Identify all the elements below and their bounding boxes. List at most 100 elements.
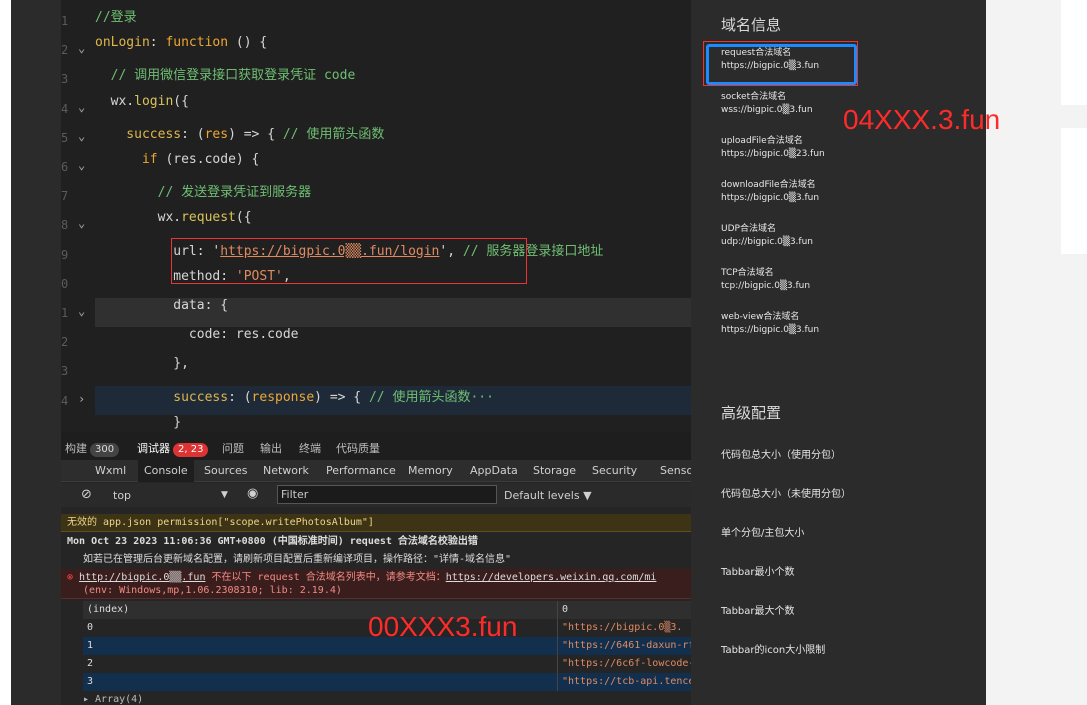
tab-sensors[interactable]: Senso	[660, 464, 691, 477]
tab-storage[interactable]: Storage	[533, 464, 576, 477]
clear-console-icon[interactable]: ⊘	[81, 487, 92, 502]
code-editor[interactable]: 1 2 ⌄ 3 4 ⌄ 5 ⌄ 6 ⌄ 7 8 ⌄ 9 0 1 ⌄ 2 3 4 › //登录 onLogin: funct…	[61, 0, 691, 432]
domain-value: https://bigpic.0▒23.fun	[721, 149, 825, 159]
tab-issues[interactable]: 问题	[222, 440, 244, 456]
fold-chevron-icon[interactable]: ›	[78, 392, 90, 406]
fold-chevron-icon[interactable]: ⌄	[78, 41, 90, 55]
code-token: // 发送登录凭证到服务器	[95, 185, 312, 201]
code-token: ({	[173, 93, 189, 109]
fold-chevron-icon[interactable]: ⌄	[78, 129, 90, 143]
tab-security[interactable]: Security	[592, 464, 637, 477]
chevron-down-icon[interactable]: ▼	[221, 490, 228, 500]
tab-memory[interactable]: Memory	[408, 464, 453, 477]
domain-label: socket合法域名	[721, 92, 787, 102]
code-line[interactable]: //登录	[95, 6, 691, 35]
code-token: wx.	[95, 93, 135, 109]
line-number: 7	[61, 189, 69, 204]
line-number: 2	[61, 335, 69, 350]
code-line[interactable]: data: {	[95, 298, 691, 327]
console-error: ⊗ http://bigpic.0▒▒.fun 不在以下 request 合法域…	[61, 569, 691, 599]
code-token: wx.	[95, 210, 182, 226]
code-line[interactable]: success: (response) => { // 使用箭头函数···	[95, 385, 691, 415]
code-token: response	[251, 389, 315, 405]
tab-appdata[interactable]: AppData	[470, 464, 518, 477]
gutter: 1 2 ⌄ 3 4 ⌄ 5 ⌄ 6 ⌄ 7 8 ⌄ 9 0 1 ⌄ 2 3 4 ›	[61, 0, 95, 432]
tab-debugger[interactable]: 调试器 2, 23	[137, 440, 209, 457]
tab-build[interactable]: 构建 300	[65, 440, 120, 457]
line-number: 3	[61, 364, 69, 379]
code-token: if	[95, 152, 158, 167]
advanced-config-item: Tabbar最小个数	[721, 567, 795, 578]
tab-wxml[interactable]: Wxml	[95, 464, 126, 477]
tab-terminal[interactable]: 终端	[299, 440, 321, 456]
domain-entry: socket合法域名 wss://bigpic.0▒3.fun	[721, 91, 813, 117]
line-number: 0	[61, 276, 69, 291]
fold-chevron-icon[interactable]: ⌄	[78, 304, 90, 318]
side-card	[1061, 128, 1087, 254]
code-token: : (	[228, 389, 252, 405]
fold-chevron-icon[interactable]: ⌄	[78, 100, 90, 114]
tab-network[interactable]: Network	[263, 464, 309, 477]
domain-entry: web-view合法域名 https://bigpic.0▒3.fun	[721, 311, 819, 337]
code-line[interactable]: onLogin: function () {	[95, 35, 691, 64]
code-line[interactable]: wx.login({	[95, 94, 691, 123]
domain-label: web-view合法域名	[721, 312, 800, 322]
tab-code-quality[interactable]: 代码质量	[336, 440, 380, 456]
line-number: 6	[61, 160, 69, 174]
code-token: ) => {	[228, 126, 283, 142]
annotation-label-panel: 04XXX.3.fun	[843, 104, 1001, 135]
tab-performance[interactable]: Performance	[326, 464, 396, 477]
doc-link[interactable]: https://developers.weixin.qq.com/mi	[446, 572, 657, 583]
line-number: 5	[61, 130, 69, 145]
domain-entry: UDP合法域名 udp://bigpic.0▒3.fun	[721, 223, 813, 249]
domain-value: tcp://bigpic.0▒3.fun	[721, 281, 811, 291]
code-token: code: res.code	[95, 327, 299, 343]
url-highlight-box	[171, 238, 527, 284]
context-select[interactable]: top	[113, 489, 131, 502]
fold-chevron-icon[interactable]: ⌄	[78, 158, 90, 172]
code-token: // 使用箭头函数	[282, 126, 385, 142]
code-line[interactable]: }	[95, 415, 691, 432]
error-message: 不在以下 request 合法域名列表中，请参考文档：	[205, 572, 446, 583]
fold-chevron-icon[interactable]: ⌄	[78, 216, 90, 230]
filter-input[interactable]: Filter	[277, 485, 497, 504]
code-line[interactable]: wx.request({	[95, 210, 691, 239]
tab-sources[interactable]: Sources	[204, 464, 248, 477]
code-line[interactable]: // 发送登录凭证到服务器	[95, 181, 691, 210]
code-token: },	[95, 356, 189, 372]
code-line[interactable]: code: res.code	[95, 327, 691, 356]
error-url-link[interactable]: http://bigpic.0▒▒.fun	[79, 572, 205, 583]
tab-output[interactable]: 输出	[260, 440, 282, 456]
code-token: res	[204, 126, 229, 142]
code-line[interactable]: // 调用微信登录接口获取登录凭证 code	[95, 64, 691, 93]
line-number: 1	[61, 14, 69, 28]
code-token: function	[165, 35, 229, 51]
side-card	[1061, 0, 1087, 105]
domain-label: UDP合法域名	[721, 224, 776, 234]
code-token: success	[95, 126, 182, 142]
code-token: success	[95, 389, 229, 405]
code-line[interactable]: },	[95, 356, 691, 385]
tab-console[interactable]: Console	[138, 460, 194, 482]
advanced-config-item: 代码包总大小（使用分包）	[721, 450, 841, 461]
code-token: data: {	[95, 298, 229, 313]
annotation-label-console: 00XXX3.fun	[368, 611, 518, 642]
error-env: (env: Windows,mp,1.06.2308310; lib: 2.19…	[83, 585, 342, 596]
advanced-config-item: Tabbar的icon大小限制	[721, 645, 826, 656]
advanced-config-item: 代码包总大小（未使用分包）	[721, 489, 851, 500]
levels-select[interactable]: Default levels ▼	[504, 489, 592, 502]
eye-icon[interactable]: ◉	[247, 486, 258, 501]
code-token: login	[134, 93, 174, 109]
console-group[interactable]: Mon Oct 23 2023 11:06:36 GMT+0800 (中国标准时…	[61, 533, 691, 551]
domain-highlight-box-blue	[706, 44, 857, 85]
code-line[interactable]: if (res.code) {	[95, 152, 691, 181]
code-token: :	[149, 35, 166, 51]
code-line[interactable]: success: (res) => { // 使用箭头函数	[95, 123, 691, 152]
advanced-config-item: 单个分包/主包大小	[721, 528, 805, 539]
code-token: // 使用箭头函数···	[368, 389, 494, 405]
devtools-panel: 构建 300 调试器 2, 23 问题 输出 终端 代码质量 Wxml Consol…	[61, 432, 691, 705]
code-token: //登录	[95, 10, 137, 25]
code-token: (res.code) {	[157, 152, 260, 167]
array-expander[interactable]: ▸ Array(4)	[83, 691, 691, 705]
domain-entry: uploadFile合法域名 https://bigpic.0▒23.fun	[721, 135, 825, 161]
